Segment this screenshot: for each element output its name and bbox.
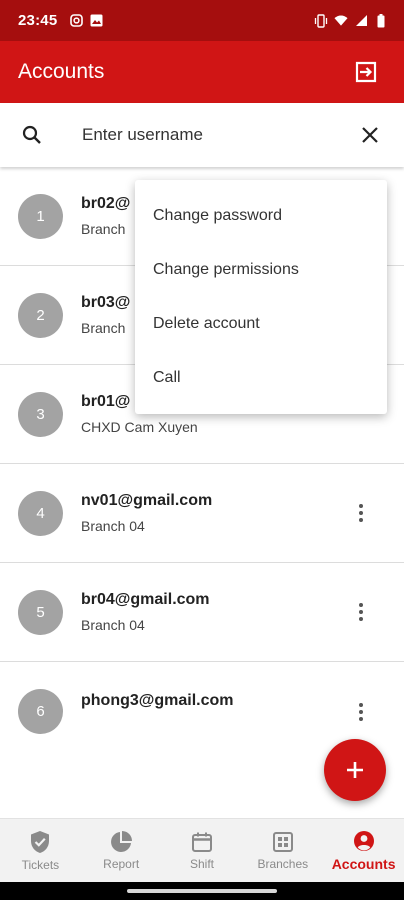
battery-icon — [374, 13, 388, 28]
account-email: br04@gmail.com — [81, 591, 210, 608]
nav-item-shift[interactable]: Shift — [162, 819, 243, 882]
menu-item-call[interactable]: Call — [135, 351, 387, 405]
nav-item-accounts[interactable]: Accounts — [323, 819, 404, 882]
image-icon — [89, 14, 103, 28]
signal-icon — [354, 14, 368, 28]
avatar: 2 — [18, 292, 63, 338]
nav-item-tickets[interactable]: Tickets — [0, 819, 81, 882]
bottom-nav: Tickets Report Shift Branches Accounts — [0, 818, 404, 882]
account-branch: Branch 04 — [81, 518, 145, 534]
search-bar — [0, 103, 404, 167]
nav-item-branches[interactable]: Branches — [242, 819, 323, 882]
account-branch: Branch — [81, 221, 126, 237]
list-item[interactable]: 4 nv01@gmail.com Branch 04 — [0, 464, 404, 563]
account-email: nv01@gmail.com — [81, 492, 213, 509]
search-input[interactable] — [82, 125, 342, 145]
account-email: br02@ — [81, 195, 131, 212]
account-branch: CHXD Cam Xuyen — [81, 419, 198, 435]
nav-item-report[interactable]: Report — [81, 819, 162, 882]
nav-label: Report — [103, 856, 140, 871]
avatar: 3 — [18, 391, 63, 437]
menu-item-change-password[interactable]: Change password — [135, 189, 387, 243]
account-circle-icon — [353, 830, 374, 851]
app-bar: Accounts — [0, 41, 404, 103]
store-icon — [272, 831, 293, 852]
nav-label: Tickets — [21, 857, 60, 872]
more-options-button[interactable] — [346, 592, 376, 632]
nav-label: Shift — [189, 856, 214, 871]
search-icon — [0, 125, 64, 145]
list-item[interactable]: 5 br04@gmail.com Branch 04 — [0, 563, 404, 662]
account-email: br03@ — [81, 294, 131, 311]
system-nav-bar — [0, 882, 404, 900]
avatar: 4 — [18, 490, 63, 536]
account-branch: Branch 04 — [81, 617, 145, 633]
avatar: 1 — [18, 193, 63, 239]
menu-item-change-permissions[interactable]: Change permissions — [135, 243, 387, 297]
calendar-icon — [191, 832, 212, 852]
home-gesture-bar[interactable] — [127, 889, 277, 893]
menu-item-delete-account[interactable]: Delete account — [135, 297, 387, 351]
nav-label: Branches — [257, 856, 309, 871]
more-vert-icon — [359, 603, 363, 621]
more-options-button[interactable] — [346, 493, 376, 533]
avatar: 5 — [18, 589, 63, 635]
add-account-button[interactable] — [324, 739, 386, 801]
more-vert-icon — [359, 504, 363, 522]
close-icon — [362, 127, 378, 143]
more-vert-icon — [359, 702, 363, 721]
account-email: phong3@gmail.com — [81, 691, 234, 709]
wifi-icon — [334, 14, 348, 28]
context-menu: Change password Change permissions Delet… — [135, 180, 387, 414]
nav-label: Accounts — [331, 855, 396, 872]
shield-check-icon — [31, 830, 50, 853]
page-title: Accounts — [18, 60, 105, 83]
logout-button[interactable] — [346, 52, 386, 92]
plus-icon — [347, 762, 363, 778]
clear-search-button[interactable] — [342, 107, 398, 163]
status-time: 23:45 — [18, 12, 58, 29]
instagram-icon — [69, 14, 83, 28]
status-bar: 23:45 — [0, 0, 404, 41]
vibrate-icon — [314, 13, 328, 28]
pie-chart-icon — [111, 830, 133, 852]
logout-icon — [355, 61, 377, 83]
more-options-button[interactable] — [346, 692, 376, 732]
account-branch: Branch — [81, 320, 126, 336]
avatar: 6 — [18, 689, 63, 734]
